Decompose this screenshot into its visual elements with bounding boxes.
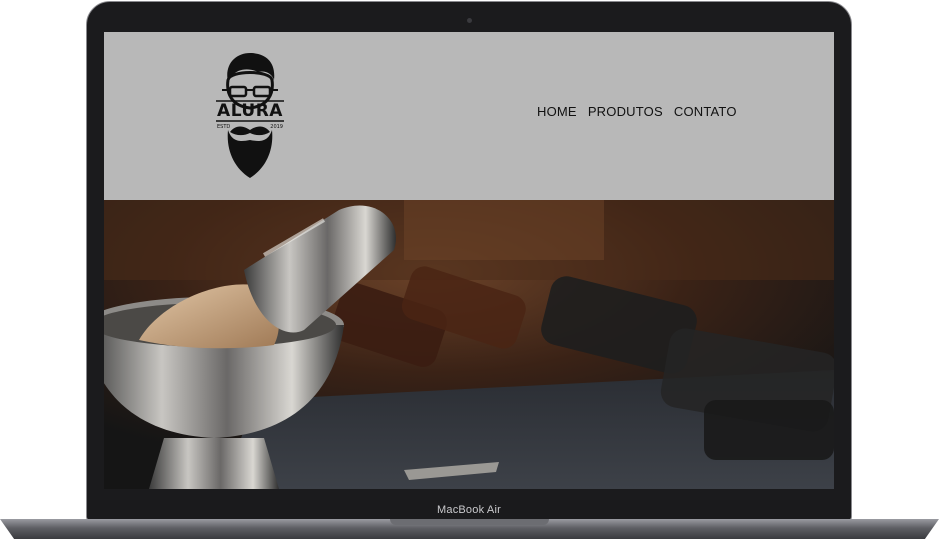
site-header: ALURA ESTD 2019 HOME PRODUTOS CONTATO <box>104 32 834 200</box>
nav-contato[interactable]: CONTATO <box>674 104 737 119</box>
laptop-chin: MacBook Air <box>88 500 850 520</box>
hero-image <box>104 200 834 489</box>
barber-tools-photo <box>104 200 834 489</box>
nav-produtos[interactable]: PRODUTOS <box>588 104 663 119</box>
webcam <box>467 18 472 23</box>
main-nav: HOME PRODUTOS CONTATO <box>537 104 737 119</box>
logo-wordmark: ALURA <box>217 101 283 121</box>
nav-home[interactable]: HOME <box>537 104 577 119</box>
logo-year: 2019 <box>270 124 283 130</box>
laptop-mockup: ALURA ESTD 2019 HOME PRODUTOS CONTATO Ma… <box>0 0 939 539</box>
laptop-notch <box>390 519 549 525</box>
logo-est: ESTD <box>217 124 231 130</box>
laptop-screen: ALURA ESTD 2019 HOME PRODUTOS CONTATO <box>104 32 834 489</box>
site-logo[interactable]: ALURA ESTD 2019 <box>214 50 286 180</box>
device-label: MacBook Air <box>437 504 501 516</box>
